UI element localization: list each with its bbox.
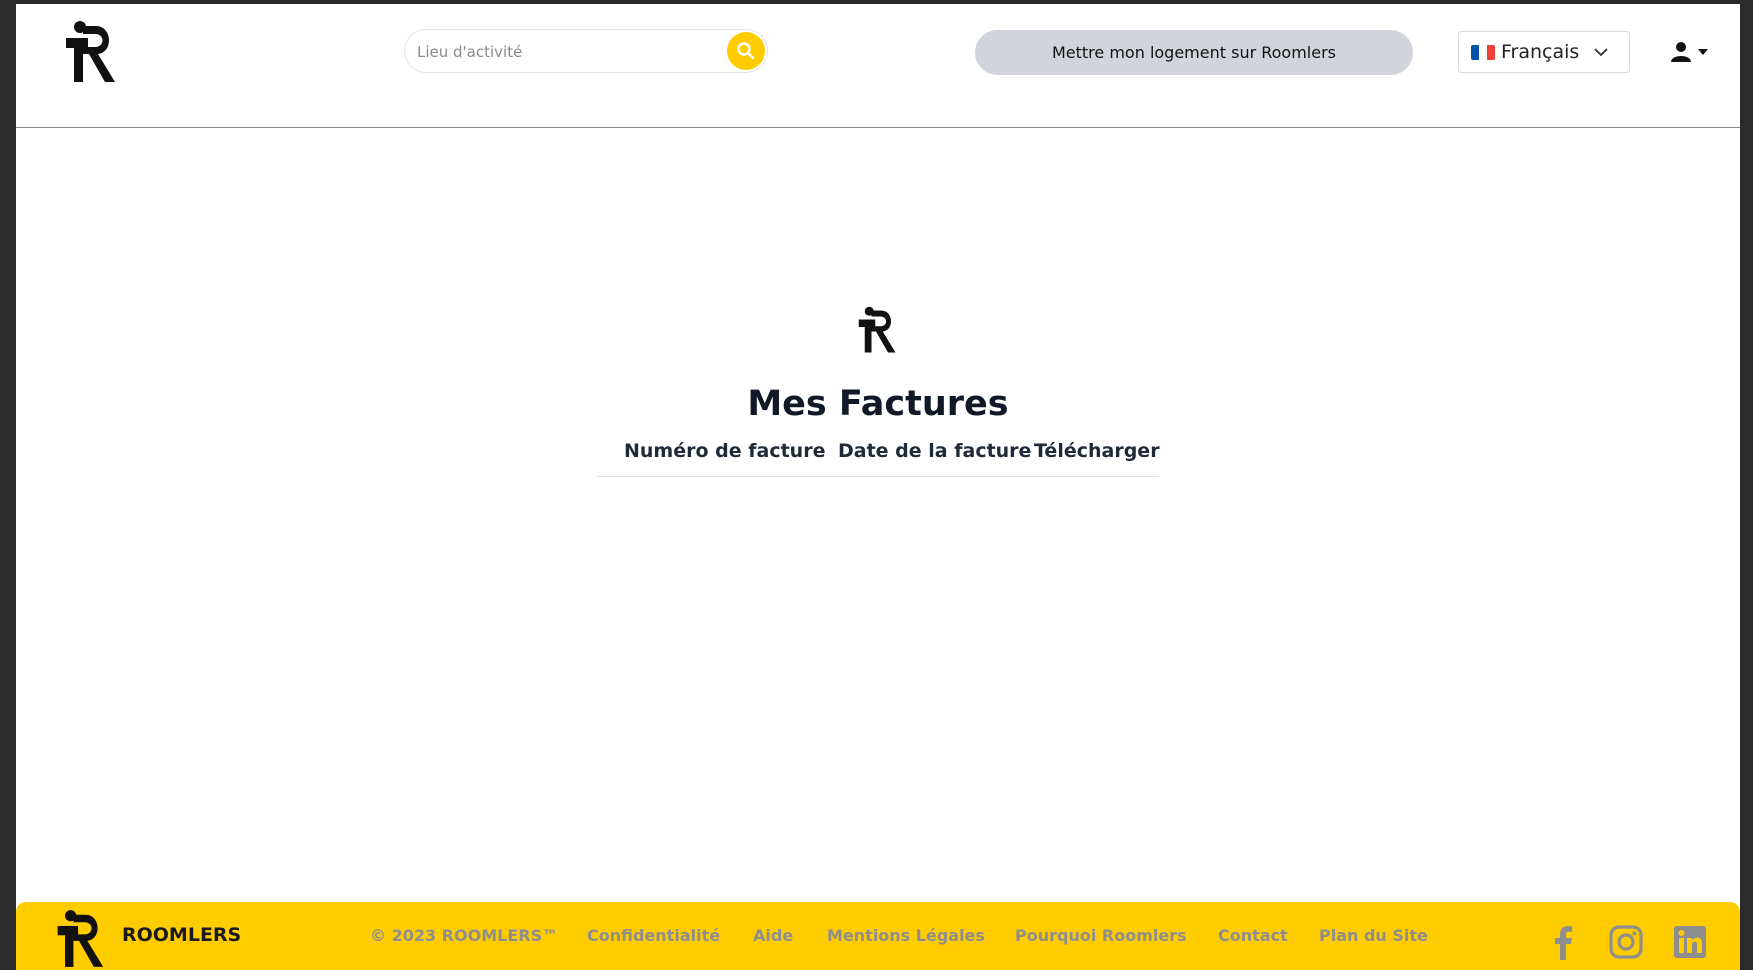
roomlers-logo[interactable] <box>60 20 118 84</box>
facebook-icon[interactable] <box>1546 924 1582 960</box>
list-property-button[interactable]: Mettre mon logement sur Roomlers <box>975 30 1413 75</box>
user-menu[interactable] <box>1670 40 1714 64</box>
search-button[interactable] <box>727 32 765 70</box>
column-header-invoice-number: Numéro de facture <box>624 440 826 462</box>
roomlers-logo-icon <box>858 306 896 353</box>
user-icon <box>1671 42 1691 62</box>
search-input[interactable] <box>415 38 709 66</box>
footer-link-why-roomlers[interactable]: Pourquoi Roomlers <box>1015 926 1187 945</box>
column-header-download: Télécharger <box>1034 440 1160 462</box>
chevron-down-icon <box>1594 48 1608 57</box>
footer-link-sitemap[interactable]: Plan du Site <box>1319 926 1428 945</box>
site-header: Mettre mon logement sur Roomlers Françai… <box>16 4 1740 128</box>
site-footer: ROOMLERS © 2023 ROOMLERS™ Confidentialit… <box>16 902 1740 970</box>
footer-link-legal[interactable]: Mentions Légales <box>827 926 985 945</box>
language-select[interactable]: Français <box>1458 31 1630 73</box>
footer-logo[interactable] <box>52 908 106 970</box>
footer-copyright: © 2023 ROOMLERS™ <box>370 926 559 945</box>
search-icon <box>737 42 755 60</box>
search-bar <box>404 29 768 73</box>
language-label: Français <box>1501 41 1580 63</box>
footer-link-privacy[interactable]: Confidentialité <box>587 926 720 945</box>
column-header-invoice-date: Date de la facture <box>838 440 1032 462</box>
france-flag-icon <box>1471 44 1495 60</box>
instagram-icon[interactable] <box>1608 924 1644 960</box>
footer-brand: ROOMLERS <box>122 924 242 946</box>
invoices-table: Numéro de facture Date de la facture Tél… <box>597 436 1160 477</box>
footer-link-contact[interactable]: Contact <box>1218 926 1288 945</box>
footer-link-help[interactable]: Aide <box>753 926 793 945</box>
page-title: Mes Factures <box>747 384 1009 424</box>
caret-down-icon <box>1698 49 1708 55</box>
browser-page: Mettre mon logement sur Roomlers Françai… <box>16 4 1740 970</box>
linkedin-icon[interactable] <box>1672 924 1708 960</box>
